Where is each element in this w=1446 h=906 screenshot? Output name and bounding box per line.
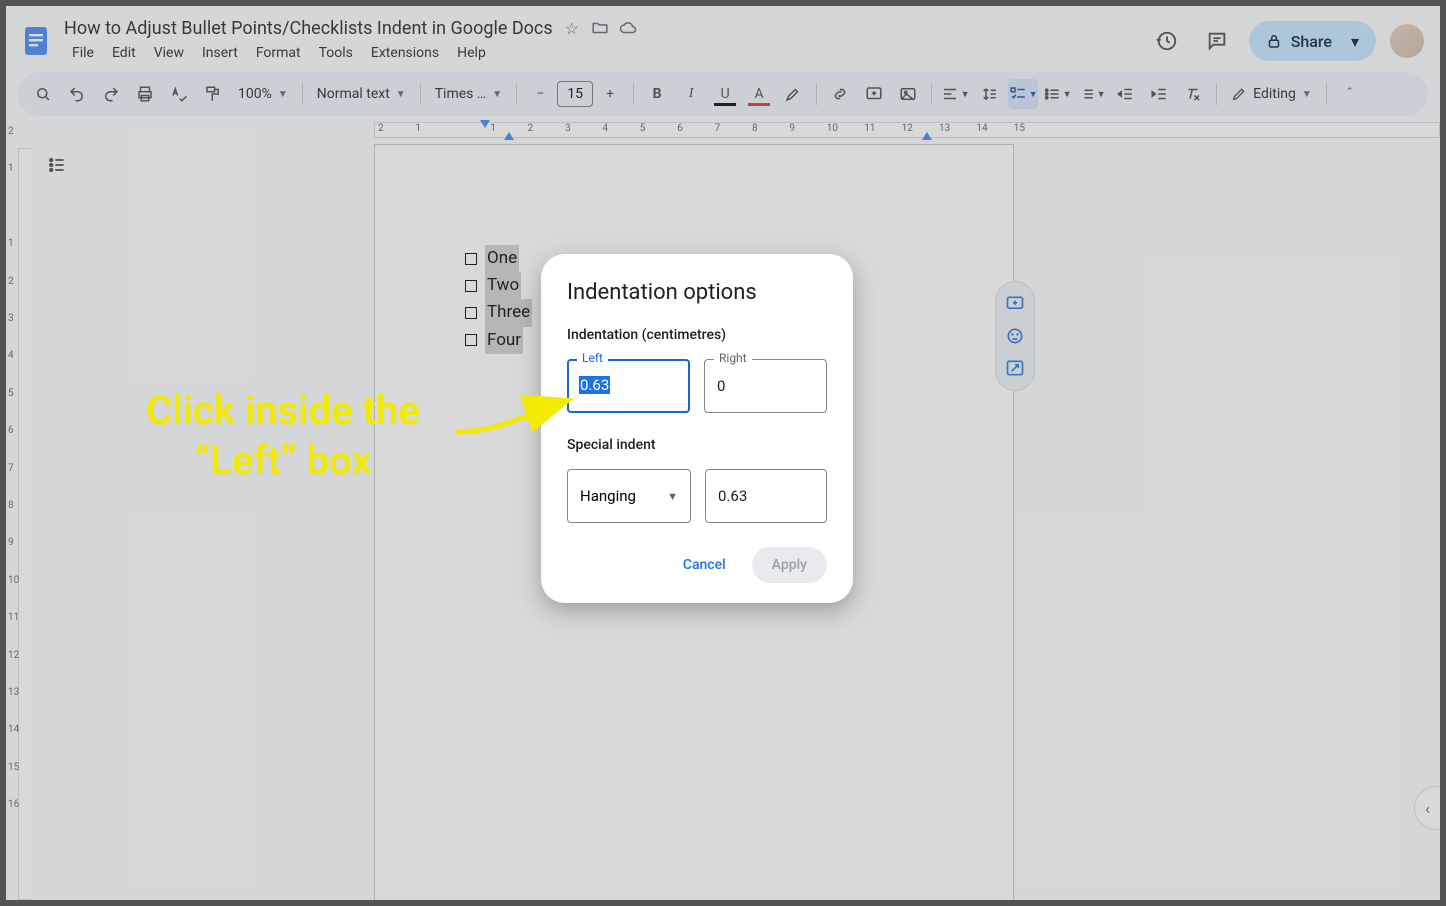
italic-icon[interactable]: I [676, 79, 706, 109]
document-title[interactable]: How to Adjust Bullet Points/Checklists I… [64, 18, 553, 39]
margin-actions [995, 281, 1035, 391]
paint-format-icon[interactable] [198, 79, 228, 109]
checkbox-icon[interactable] [465, 253, 477, 265]
pencil-icon [1231, 86, 1247, 102]
style-value: Normal text [317, 86, 390, 102]
paragraph-style-dropdown[interactable]: Normal text▼ [309, 79, 414, 109]
font-size-value: 15 [567, 86, 583, 102]
special-indent-dropdown[interactable]: Hanging ▼ [567, 469, 691, 523]
text-color-icon[interactable]: A [744, 79, 774, 109]
right-label: Right [714, 351, 752, 365]
special-indent-value: Hanging [580, 487, 636, 505]
menu-insert[interactable]: Insert [194, 41, 246, 65]
font-value: Times … [435, 86, 487, 102]
decrease-indent-icon[interactable] [1110, 79, 1140, 109]
insert-image-icon[interactable] [893, 79, 923, 109]
vertical-ruler[interactable]: 2112345678910111213141516 [6, 118, 34, 900]
redo-icon[interactable] [96, 79, 126, 109]
history-icon[interactable] [1149, 23, 1185, 59]
apply-button[interactable]: Apply [752, 547, 827, 583]
document-outline-icon[interactable] [42, 150, 72, 180]
menu-view[interactable]: View [146, 41, 192, 65]
title-bar: How to Adjust Bullet Points/Checklists I… [6, 6, 1440, 70]
zoom-dropdown[interactable]: 100%▼ [230, 79, 296, 109]
highlight-color-icon[interactable] [778, 79, 808, 109]
underline-icon[interactable]: U [710, 79, 740, 109]
account-avatar[interactable] [1390, 24, 1424, 58]
special-amount-field[interactable] [705, 469, 827, 523]
checkbox-icon[interactable] [465, 334, 477, 346]
section-special-label: Special indent [567, 437, 827, 453]
share-label: Share [1291, 32, 1332, 51]
clear-formatting-icon[interactable] [1178, 79, 1208, 109]
list-item-text: One [485, 245, 519, 272]
undo-icon[interactable] [62, 79, 92, 109]
align-dropdown-icon[interactable]: ▼ [940, 79, 970, 109]
checkbox-icon[interactable] [465, 307, 477, 319]
editing-mode-dropdown[interactable]: Editing▼ [1223, 79, 1320, 109]
search-menus-icon[interactable] [28, 79, 58, 109]
docs-logo-icon[interactable] [16, 21, 56, 61]
font-dropdown[interactable]: Times …▼ [427, 79, 510, 109]
menu-file[interactable]: File [64, 41, 102, 65]
spellcheck-icon[interactable] [164, 79, 194, 109]
menu-extensions[interactable]: Extensions [363, 41, 447, 65]
bulleted-list-icon[interactable]: ▼ [1042, 79, 1072, 109]
cloud-status-icon[interactable] [619, 19, 637, 37]
zoom-value: 100% [238, 86, 272, 102]
font-size-decrease-icon[interactable]: − [525, 79, 555, 109]
increase-indent-icon[interactable] [1144, 79, 1174, 109]
share-dropdown-icon[interactable]: ▾ [1340, 26, 1370, 56]
font-size-increase-icon[interactable]: + [595, 79, 625, 109]
bold-icon[interactable]: B [642, 79, 672, 109]
line-spacing-icon[interactable] [974, 79, 1004, 109]
comments-icon[interactable] [1199, 23, 1235, 59]
star-icon[interactable]: ☆ [563, 19, 581, 37]
mode-label: Editing [1253, 86, 1296, 102]
menu-help[interactable]: Help [449, 41, 494, 65]
section-indentation-label: Indentation (centimetres) [567, 327, 827, 343]
left-label: Left [577, 351, 608, 365]
cancel-button[interactable]: Cancel [673, 549, 736, 581]
font-size-input[interactable]: 15 [557, 81, 593, 107]
checklist-icon[interactable]: ▼ [1008, 79, 1038, 109]
menu-edit[interactable]: Edit [104, 41, 144, 65]
menu-format[interactable]: Format [248, 41, 309, 65]
menubar: File Edit View Insert Format Tools Exten… [64, 41, 1141, 65]
list-item-text: Two [485, 272, 521, 299]
indentation-options-dialog: Indentation options Indentation (centime… [541, 254, 853, 603]
toolbar: 100%▼ Normal text▼ Times …▼ − 15 + B I U… [18, 72, 1428, 116]
checkbox-icon[interactable] [465, 280, 477, 292]
share-button[interactable]: Share ▾ [1249, 21, 1376, 61]
lock-icon [1265, 32, 1283, 50]
insert-comment-icon[interactable] [859, 79, 889, 109]
add-comment-icon[interactable] [1003, 292, 1027, 316]
special-amount-input[interactable] [705, 469, 827, 523]
suggest-edits-icon[interactable] [1003, 356, 1027, 380]
left-indent-field[interactable]: Left 0.63 [567, 359, 690, 413]
insert-link-icon[interactable] [825, 79, 855, 109]
right-indent-field[interactable]: Right [704, 359, 827, 413]
chevron-down-icon: ▼ [667, 490, 678, 503]
menu-tools[interactable]: Tools [311, 41, 361, 65]
move-folder-icon[interactable] [591, 19, 609, 37]
dialog-title: Indentation options [567, 280, 827, 305]
right-indent-input[interactable] [704, 359, 827, 413]
list-item-text: Three [485, 299, 532, 326]
add-reaction-icon[interactable] [1003, 324, 1027, 348]
list-item-text: Four [485, 327, 523, 354]
numbered-list-icon[interactable]: ▼ [1076, 79, 1106, 109]
collapse-toolbar-icon[interactable]: ˆ [1335, 79, 1365, 109]
left-indent-selected-text: 0.63 [579, 376, 610, 394]
horizontal-ruler[interactable]: 21123456789101112131415 [34, 122, 1440, 140]
print-icon[interactable] [130, 79, 160, 109]
